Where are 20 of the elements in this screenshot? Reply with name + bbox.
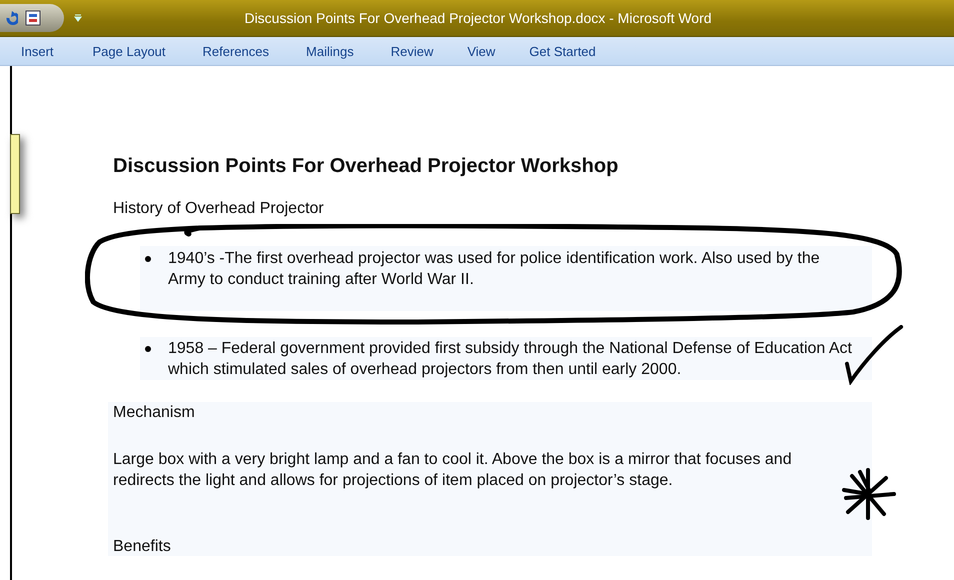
dropdown-icon[interactable]: [74, 14, 82, 22]
asterisk-icon: [840, 468, 898, 520]
paragraph: Large box with a very bright lamp and a fan to cool it. Above the box is a mirror that focuses and redirects the light and allows for projections of item placed on projector’s stage.: [113, 450, 793, 491]
paragraph: History of Overhead Projector: [113, 199, 325, 219]
bullet-icon: [145, 256, 151, 262]
undo-icon[interactable]: [6, 11, 18, 25]
ribbon-tab[interactable]: References: [202, 40, 270, 62]
ribbon-tab[interactable]: Page Layout: [92, 40, 167, 62]
ribbon-tab[interactable]: Get Started: [528, 40, 597, 62]
ribbon-tab[interactable]: Mailings: [305, 40, 355, 62]
document-heading: Discussion Points For Overhead Projector Workshop: [113, 155, 620, 177]
section-title: Mechanism: [113, 403, 196, 423]
bullet-text: 1940’s -The first overhead projector was used for police identification work. Also used by the Army to conduct training after World War II.: [168, 249, 821, 290]
window-title: Discussion Points For Overhead Projector Workshop.docx - Microsoft Word: [243, 10, 713, 26]
bullet-text: 1958 – Federal government provided first subsidy through the National Defense of Education Act which stimulated sales of overhead projectors from then until early 2000.: [168, 339, 853, 380]
section-title: Benefits: [113, 538, 171, 555]
ribbon-tab[interactable]: Review: [390, 40, 434, 62]
ribbon-tab[interactable]: Insert: [20, 40, 55, 62]
ribbon-tab[interactable]: View: [466, 40, 496, 62]
bullet-icon: [145, 346, 151, 352]
